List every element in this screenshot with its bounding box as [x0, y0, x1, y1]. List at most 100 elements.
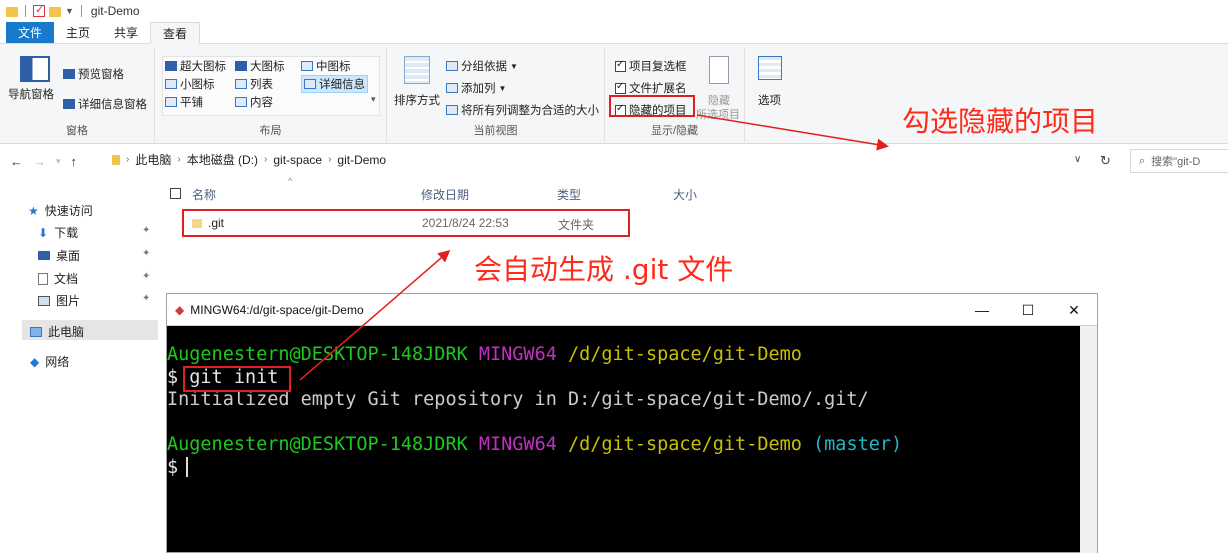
prompt-branch: (master) [813, 434, 903, 455]
up-arrow-icon[interactable]: ↑ [71, 154, 78, 169]
chevron-right-icon[interactable]: › [126, 154, 129, 165]
terminal-title-bar: ◆ MINGW64:/d/git-space/git-Demo [167, 294, 1097, 326]
prompt-symbol: $ [167, 366, 179, 388]
sidebar-item-desktop[interactable]: 桌面 [38, 247, 80, 264]
preview-pane-label: 预览窗格 [78, 69, 124, 81]
sidebar-item-this-pc[interactable]: 此电脑 [30, 323, 84, 340]
group-label: 当前视图 [473, 125, 518, 137]
column-header-name[interactable]: 名称 [192, 186, 216, 203]
pin-icon[interactable]: ✦ [142, 271, 150, 282]
pin-icon[interactable]: ✦ [142, 248, 150, 259]
tab-view[interactable]: 查看 [150, 22, 201, 44]
group-label: 显示/隐藏 [650, 125, 699, 137]
content-option[interactable]: 内容 [235, 94, 273, 110]
add-columns-icon [446, 83, 458, 93]
tab-file[interactable]: 文件 [6, 22, 55, 43]
prompt-env: MINGW64 [478, 434, 557, 455]
prompt-path: /d/git-space/git-Demo [567, 344, 802, 365]
divider [80, 5, 82, 17]
sidebar-item-network[interactable]: ◆ 网络 [30, 353, 69, 370]
select-all-checkbox[interactable] [170, 188, 181, 199]
close-icon[interactable]: ✕ [1051, 294, 1097, 326]
hide-selected-label-line2: 所选项目 [696, 109, 740, 121]
forward-arrow-icon[interactable]: → [33, 154, 46, 169]
group-by-button[interactable]: 分组依据 ▼ [446, 58, 518, 74]
sidebar-item-quick-access[interactable]: ★ 快速访问 [28, 202, 93, 219]
sidebar-item-downloads[interactable]: ⬇ 下载 [38, 224, 78, 241]
refresh-icon[interactable]: ↻ [1100, 153, 1111, 169]
sidebar-item-pictures[interactable]: 图片 [38, 292, 80, 309]
chevron-right-icon[interactable]: › [177, 154, 180, 165]
prompt-env: MINGW64 [478, 344, 557, 365]
chevron-right-icon[interactable]: › [264, 154, 267, 165]
desktop-icon [38, 251, 50, 260]
breadcrumb-git-space[interactable]: git-space [273, 153, 322, 167]
gallery-expand-icon[interactable]: ▾ [371, 94, 376, 105]
sidebar-label: 快速访问 [44, 204, 93, 218]
chevron-right-icon[interactable]: › [328, 154, 331, 165]
medium-icons-option[interactable]: 中图标 [301, 58, 351, 74]
pin-icon[interactable]: ✦ [142, 225, 150, 236]
small-icons-option[interactable]: 小图标 [165, 76, 215, 92]
preview-pane-button[interactable]: 预览窗格 [63, 66, 124, 82]
large-icons-label: 大图标 [250, 61, 285, 73]
sidebar-label: 图片 [56, 294, 81, 308]
properties-icon[interactable] [33, 3, 45, 17]
large-icons-option[interactable]: 大图标 [235, 58, 285, 74]
customize-quick-access-icon[interactable]: ▼ [65, 6, 74, 16]
sidebar-item-documents[interactable]: 文档 [38, 270, 78, 287]
column-header-type[interactable]: 类型 [557, 186, 581, 203]
preview-pane-icon [63, 69, 75, 79]
new-folder-icon[interactable] [49, 6, 61, 17]
hide-selected-sublabel: 所选项目 [696, 106, 740, 122]
sort-by-button[interactable]: 排序方式 [394, 92, 440, 108]
minimize-icon[interactable]: — [959, 294, 1005, 326]
tab-share[interactable]: 共享 [102, 22, 150, 43]
breadcrumb-git-demo[interactable]: git-Demo [337, 153, 386, 167]
breadcrumb-this-pc[interactable]: 此电脑 [135, 151, 171, 168]
column-header-modified[interactable]: 修改日期 [421, 186, 469, 203]
search-input[interactable]: ⌕ 搜索"git-D [1130, 149, 1228, 173]
sort-by-label: 排序方式 [394, 95, 440, 107]
checkbox-checked-icon [615, 81, 626, 94]
list-option[interactable]: 列表 [235, 76, 273, 92]
add-columns-button[interactable]: 添加列 ▼ [446, 80, 506, 96]
fit-columns-button[interactable]: 将所有列调整为合适的大小 [446, 102, 599, 118]
recent-chevron-icon[interactable]: ▾ [56, 156, 61, 167]
details-pane-button[interactable]: 详细信息窗格 [63, 96, 147, 112]
terminal-window[interactable]: ◆ MINGW64:/d/git-space/git-Demo — ☐ ✕ Au… [166, 293, 1098, 553]
prompt-symbol: $ [167, 456, 179, 478]
back-arrow-icon[interactable]: ← [10, 154, 23, 169]
maximize-icon[interactable]: ☐ [1005, 294, 1051, 326]
options-button[interactable]: 选项 [758, 92, 781, 108]
annotation-check-hidden: 勾选隐藏的项目 [902, 105, 1099, 138]
title-bar: ▼ git-Demo [0, 0, 1228, 22]
details-view-icon [304, 79, 316, 89]
navigation-pane-button[interactable]: 导航窗格 [8, 86, 54, 102]
tab-home[interactable]: 主页 [54, 22, 102, 43]
prompt-path: /d/git-space/git-Demo [567, 434, 802, 455]
address-history-chevron-icon[interactable]: ∨ [1074, 154, 1081, 165]
download-arrow-icon: ⬇ [38, 225, 49, 240]
sort-icon [404, 56, 430, 84]
breadcrumb-drive[interactable]: 本地磁盘 (D:) [187, 151, 258, 168]
search-placeholder: 搜索"git-D [1151, 156, 1201, 168]
group-by-icon [446, 61, 458, 71]
options-label: 选项 [758, 95, 781, 107]
pin-icon[interactable]: ✦ [142, 293, 150, 304]
text-cursor [186, 456, 189, 477]
terminal-scrollbar[interactable] [1080, 326, 1097, 553]
details-option[interactable]: 详细信息 [301, 75, 368, 93]
tiles-option[interactable]: 平铺 [165, 94, 203, 110]
column-header-size[interactable]: 大小 [673, 186, 697, 203]
git-logo-icon: ◆ [175, 302, 185, 317]
list-label: 列表 [250, 79, 273, 91]
file-extensions-toggle[interactable]: 文件扩展名 [615, 80, 687, 96]
extra-large-icons-option[interactable]: 超大图标 [165, 58, 226, 74]
item-checkboxes-toggle[interactable]: 项目复选框 [615, 58, 687, 74]
network-icon: ◆ [30, 354, 40, 369]
group-label: 布局 [259, 125, 282, 137]
hide-selected-icon [709, 56, 729, 84]
highlight-hidden-items [609, 95, 695, 117]
small-icons-label: 小图标 [180, 79, 215, 91]
